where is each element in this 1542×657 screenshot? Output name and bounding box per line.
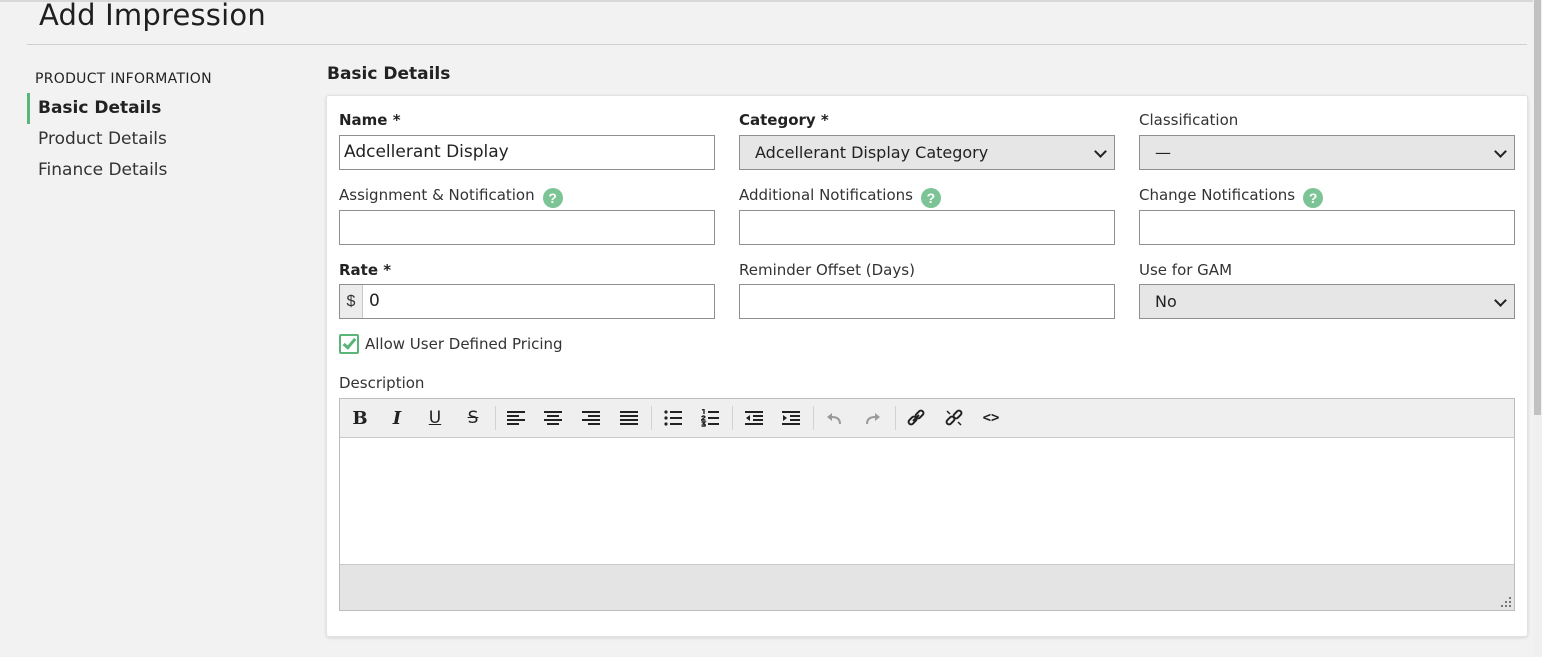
bullet-list-icon bbox=[664, 410, 682, 426]
assignment-label-text: Assignment & Notification bbox=[339, 186, 535, 204]
bold-button[interactable]: B bbox=[346, 405, 374, 431]
italic-icon: I bbox=[392, 407, 402, 429]
allow-user-pricing-label[interactable]: Allow User Defined Pricing bbox=[365, 335, 563, 353]
help-icon[interactable]: ? bbox=[920, 188, 941, 208]
outdent-icon bbox=[745, 411, 763, 425]
rate-currency-prefix: $ bbox=[340, 285, 363, 318]
redo-icon bbox=[866, 413, 880, 424]
page-title: Add Impression bbox=[39, 0, 266, 32]
chevron-down-icon bbox=[1494, 145, 1507, 158]
editor-toolbar: B I U S <> bbox=[340, 399, 1514, 438]
change-notifications-label: Change Notifications? bbox=[1139, 186, 1324, 208]
align-center-button[interactable] bbox=[539, 405, 567, 431]
description-label: Description bbox=[339, 374, 425, 392]
insert-link-button[interactable] bbox=[902, 405, 930, 431]
reminder-offset-label: Reminder Offset (Days) bbox=[739, 261, 915, 279]
sidebar-item-product-details[interactable]: Product Details bbox=[27, 124, 287, 155]
code-icon: <> bbox=[982, 410, 1000, 426]
assignment-input[interactable] bbox=[339, 210, 715, 245]
sidebar-item-finance-details[interactable]: Finance Details bbox=[27, 155, 287, 186]
toolbar-divider bbox=[495, 406, 496, 430]
toolbar-divider bbox=[732, 406, 733, 430]
additional-notifications-label: Additional Notifications? bbox=[739, 186, 941, 208]
toolbar-divider bbox=[813, 406, 814, 430]
resize-handle-icon[interactable] bbox=[1501, 597, 1511, 607]
undo-icon bbox=[827, 413, 841, 424]
strikethrough-button[interactable]: S bbox=[459, 405, 487, 431]
change-notifications-input[interactable] bbox=[1139, 210, 1515, 245]
use-for-gam-select-value: No bbox=[1155, 292, 1177, 311]
additional-notifications-input[interactable] bbox=[739, 210, 1115, 245]
name-label: Name * bbox=[339, 111, 401, 129]
rate-field: $ 0 bbox=[339, 284, 715, 319]
editor-statusbar bbox=[340, 564, 1514, 610]
checkmark-icon bbox=[342, 335, 357, 350]
description-textarea[interactable] bbox=[340, 438, 1514, 564]
change-notifications-label-text: Change Notifications bbox=[1139, 186, 1296, 204]
allow-user-pricing-checkbox[interactable] bbox=[339, 334, 359, 354]
title-divider bbox=[27, 44, 1527, 45]
indent-button[interactable] bbox=[777, 405, 805, 431]
additional-notifications-label-text: Additional Notifications bbox=[739, 186, 913, 204]
numbered-list-icon bbox=[701, 409, 719, 427]
scrollbar-thumb[interactable] bbox=[1534, 0, 1541, 415]
page-scrollbar[interactable] bbox=[1533, 0, 1542, 657]
classification-select-value: — bbox=[1155, 143, 1171, 162]
italic-button[interactable]: I bbox=[383, 405, 411, 431]
align-right-icon bbox=[582, 411, 600, 425]
remove-link-button[interactable] bbox=[940, 405, 968, 431]
description-editor: B I U S <> bbox=[339, 398, 1515, 611]
sidebar-nav: Basic Details Product Details Finance De… bbox=[27, 93, 287, 186]
align-left-icon bbox=[507, 411, 525, 425]
category-select-value: Adcellerant Display Category bbox=[755, 143, 989, 162]
redo-button[interactable] bbox=[858, 405, 886, 431]
toolbar-divider bbox=[895, 406, 896, 430]
assignment-label: Assignment & Notification? bbox=[339, 186, 563, 208]
bullet-list-button[interactable] bbox=[659, 405, 687, 431]
classification-select[interactable]: — bbox=[1139, 135, 1515, 170]
help-icon[interactable]: ? bbox=[542, 188, 563, 208]
classification-label: Classification bbox=[1139, 111, 1239, 129]
underline-icon: U bbox=[428, 408, 442, 428]
bold-icon: B bbox=[352, 407, 368, 429]
chevron-down-icon bbox=[1094, 145, 1107, 158]
use-for-gam-select[interactable]: No bbox=[1139, 284, 1515, 319]
strikethrough-icon: S bbox=[467, 408, 479, 428]
justify-button[interactable] bbox=[615, 405, 643, 431]
section-title: Basic Details bbox=[327, 64, 451, 84]
source-code-button[interactable]: <> bbox=[977, 405, 1005, 431]
use-for-gam-label: Use for GAM bbox=[1139, 261, 1233, 279]
numbered-list-button[interactable] bbox=[696, 405, 724, 431]
rate-label: Rate * bbox=[339, 261, 392, 279]
sidebar-heading: PRODUCT INFORMATION bbox=[35, 71, 212, 87]
unlink-icon bbox=[945, 409, 963, 426]
category-select[interactable]: Adcellerant Display Category bbox=[739, 135, 1115, 170]
align-left-button[interactable] bbox=[502, 405, 530, 431]
toolbar-divider bbox=[651, 406, 652, 430]
align-center-icon bbox=[544, 411, 562, 425]
rate-input[interactable]: 0 bbox=[364, 285, 714, 318]
help-icon[interactable]: ? bbox=[1303, 188, 1324, 208]
category-label: Category * bbox=[739, 111, 829, 129]
align-right-button[interactable] bbox=[577, 405, 605, 431]
indent-icon bbox=[782, 411, 800, 425]
outdent-button[interactable] bbox=[740, 405, 768, 431]
reminder-offset-input[interactable] bbox=[739, 284, 1115, 319]
undo-button[interactable] bbox=[821, 405, 849, 431]
link-icon bbox=[907, 409, 925, 426]
name-input[interactable]: Adcellerant Display bbox=[339, 135, 715, 170]
underline-button[interactable]: U bbox=[421, 405, 449, 431]
chevron-down-icon bbox=[1494, 294, 1507, 307]
justify-icon bbox=[620, 411, 638, 425]
sidebar-item-basic-details[interactable]: Basic Details bbox=[27, 93, 287, 124]
